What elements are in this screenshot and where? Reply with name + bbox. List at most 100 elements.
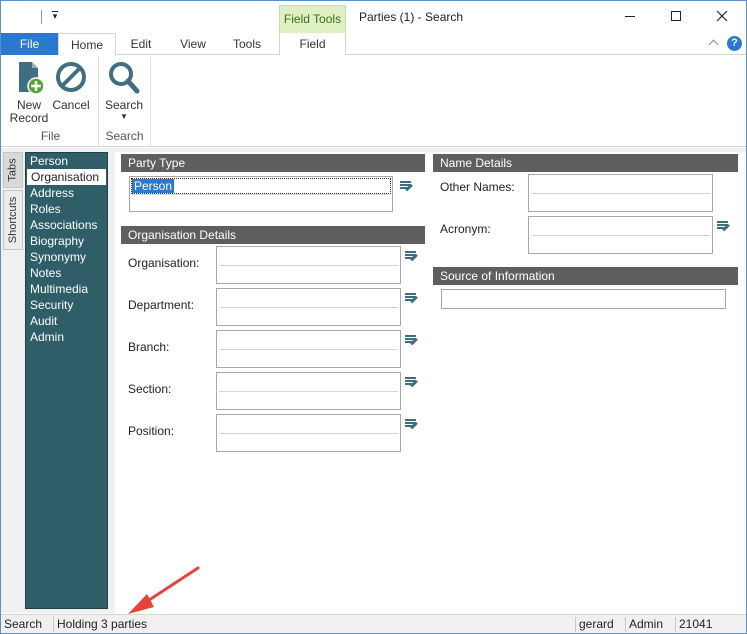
main-area: Tabs Shortcuts Person Organisation Address…: [1, 148, 746, 613]
nav-item-notes[interactable]: Notes: [26, 265, 107, 281]
status-code: 21041: [679, 617, 713, 631]
ribbon-group-file-label: File: [40, 129, 61, 143]
search-button[interactable]: Search ▼: [101, 60, 147, 121]
nav-item-multimedia[interactable]: Multimedia: [26, 281, 107, 297]
new-record-icon: [19, 62, 45, 95]
tab-edit[interactable]: Edit: [117, 33, 165, 55]
ribbon-group-file: New Record Cancel File: [3, 56, 99, 146]
nav-item-admin[interactable]: Admin: [26, 329, 107, 345]
close-icon: [716, 10, 728, 22]
tab-tools[interactable]: Tools: [221, 33, 273, 55]
section-field[interactable]: [216, 372, 401, 410]
field-divider: [219, 433, 398, 434]
field-tools-context-group: Field Tools: [279, 5, 346, 33]
nav-item-audit[interactable]: Audit: [26, 313, 107, 329]
source-section: Source of Information: [433, 267, 738, 311]
organisation-label: Organisation:: [128, 256, 200, 270]
nav-item-person[interactable]: Person: [26, 153, 107, 169]
section-label: Section:: [128, 382, 172, 396]
new-record-label: New Record: [9, 98, 49, 125]
party-type-value[interactable]: Person: [132, 179, 175, 193]
source-field[interactable]: [441, 289, 726, 309]
department-label: Department:: [128, 298, 195, 312]
record-tab-list: Person Organisation Address Roles Associatio…: [25, 152, 108, 609]
name-details-header: Name Details: [433, 154, 738, 172]
field-divider: [219, 265, 398, 266]
title-bar: ▾ Field Tools Parties (1) - Search: [1, 1, 746, 33]
department-edit-icon[interactable]: [405, 292, 418, 306]
minimize-icon: [625, 15, 635, 17]
new-record-button[interactable]: New Record: [9, 60, 49, 125]
nav-item-address[interactable]: Address: [26, 185, 107, 201]
branch-edit-icon[interactable]: [405, 334, 418, 348]
tab-home[interactable]: Home: [58, 33, 116, 56]
search-dropdown-icon[interactable]: ▼: [101, 112, 147, 121]
status-role: Admin: [629, 617, 664, 631]
position-label: Position:: [128, 424, 175, 438]
cancel-button[interactable]: Cancel: [51, 60, 91, 112]
status-bar: Search Holding 3 parties gerard Admin 21…: [1, 614, 746, 633]
close-button[interactable]: [699, 1, 745, 31]
tab-field[interactable]: Field: [279, 33, 346, 55]
quick-access-dropdown-icon[interactable]: ▾: [49, 9, 61, 23]
side-tab-strip: Tabs Shortcuts: [3, 152, 23, 252]
nav-item-synonymy[interactable]: Synonymy: [26, 249, 107, 265]
minimize-button[interactable]: [607, 1, 653, 31]
side-tab-tabs-label: Tabs: [7, 158, 19, 182]
section-edit-icon[interactable]: [405, 376, 418, 390]
field-divider: [132, 194, 390, 195]
ribbon-group-search: Search ▼ Search: [99, 56, 151, 146]
other-names-field[interactable]: [528, 174, 713, 212]
status-mode: Search: [4, 617, 43, 631]
tab-file[interactable]: File: [1, 33, 58, 55]
ribbon-panel: New Record Cancel File Search ▼ Search: [1, 56, 746, 147]
quick-access-separator: [41, 10, 42, 24]
organisation-edit-icon[interactable]: [405, 250, 418, 264]
organisation-details-header: Organisation Details: [121, 226, 425, 244]
status-user: gerard: [579, 617, 614, 631]
nav-item-security[interactable]: Security: [26, 297, 107, 313]
side-tab-tabs[interactable]: Tabs: [3, 152, 23, 188]
branch-field[interactable]: [216, 330, 401, 368]
party-type-edit-icon[interactable]: [400, 180, 413, 194]
nav-item-organisation[interactable]: Organisation: [27, 169, 106, 185]
nav-item-biography[interactable]: Biography: [26, 233, 107, 249]
maximize-icon: [671, 11, 681, 21]
nav-item-roles[interactable]: Roles: [26, 201, 107, 217]
department-field[interactable]: [216, 288, 401, 326]
field-divider: [219, 349, 398, 350]
cancel-label: Cancel: [52, 98, 90, 112]
nav-item-associations[interactable]: Associations: [26, 217, 107, 233]
name-details-section: Name Details Other Names: Acronym:: [433, 154, 738, 258]
status-message: Holding 3 parties: [57, 617, 148, 631]
side-tab-shortcuts[interactable]: Shortcuts: [3, 190, 23, 250]
help-icon[interactable]: ?: [727, 36, 742, 51]
party-type-section: Party Type Person: [121, 154, 425, 214]
acronym-label: Acronym:: [440, 222, 491, 236]
window-title: Parties (1) - Search: [359, 10, 464, 24]
acronym-field[interactable]: [528, 216, 713, 254]
position-field[interactable]: [216, 414, 401, 452]
search-label: Search: [104, 98, 144, 112]
branch-label: Branch:: [128, 340, 170, 354]
field-divider: [531, 235, 710, 236]
cancel-icon: [56, 62, 86, 92]
position-edit-icon[interactable]: [405, 418, 418, 432]
record-form: Party Type Person Organisation Details O…: [115, 152, 746, 613]
organisation-details-section: Organisation Details Organisation: Depar…: [121, 226, 425, 466]
organisation-field[interactable]: [216, 246, 401, 284]
source-header: Source of Information: [433, 267, 738, 285]
side-tab-shortcuts-label: Shortcuts: [7, 196, 19, 244]
acronym-edit-icon[interactable]: [717, 220, 730, 234]
app-window: ▾ Field Tools Parties (1) - Search File …: [0, 0, 747, 634]
search-icon: [109, 62, 140, 94]
other-names-label: Other Names:: [440, 180, 515, 194]
field-divider: [531, 193, 710, 194]
ribbon-group-search-label: Search: [105, 129, 144, 143]
party-type-field[interactable]: Person: [129, 176, 393, 212]
maximize-button[interactable]: [653, 1, 699, 31]
collapse-ribbon-icon[interactable]: [707, 37, 721, 51]
party-type-header: Party Type: [121, 154, 425, 172]
field-divider: [219, 391, 398, 392]
tab-view[interactable]: View: [167, 33, 219, 55]
